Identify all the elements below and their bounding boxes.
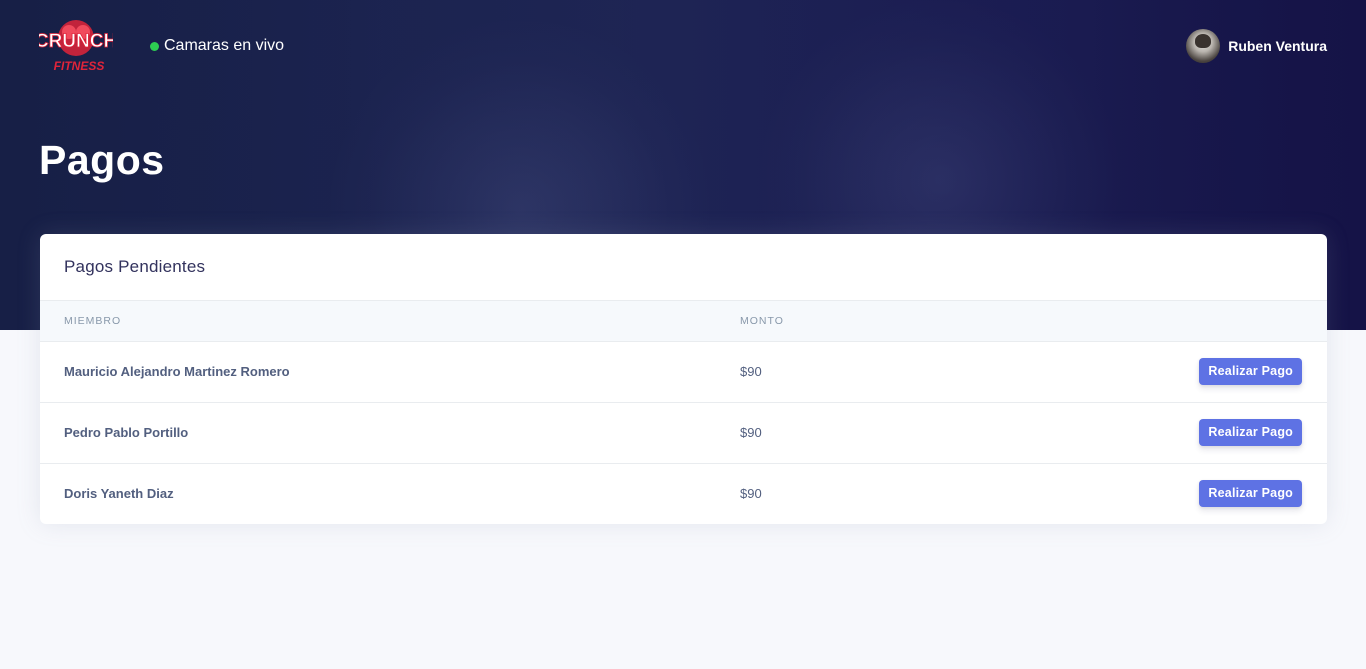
action-cell: Realizar Pago <box>1140 341 1327 403</box>
amount: $90 <box>740 341 1140 403</box>
live-status-dot-icon <box>150 41 159 51</box>
amount: $90 <box>740 402 1140 464</box>
make-payment-button[interactable]: Realizar Pago <box>1199 419 1302 446</box>
live-cameras-label: Camaras en vivo <box>164 37 285 54</box>
page-title: Pagos <box>39 137 165 183</box>
pending-payments-card: Pagos Pendientes MIEMBRO MONTO Mauricio … <box>40 234 1327 524</box>
action-cell: Realizar Pago <box>1140 402 1327 464</box>
crunch-fitness-logo[interactable]: CRUNCH FITNESS <box>34 14 118 78</box>
table-row: Doris Yaneth Diaz $90 Realizar Pago <box>40 463 1327 524</box>
logo-text-top: CRUNCH <box>39 31 113 52</box>
user-name: Ruben Ventura <box>1228 38 1327 54</box>
logo-graphic: CRUNCH FITNESS <box>34 20 118 73</box>
make-payment-button[interactable]: Realizar Pago <box>1199 480 1302 508</box>
amount: $90 <box>740 486 762 502</box>
card-title: Pagos Pendientes <box>64 257 206 276</box>
make-payment-button[interactable]: Realizar Pago <box>1199 358 1302 385</box>
member-name: Pedro Pablo Portillo <box>40 402 740 464</box>
table-header-row: MIEMBRO MONTO <box>40 301 1327 342</box>
column-header-action <box>1140 301 1327 342</box>
column-header-amount: MONTO <box>740 301 1140 342</box>
table-row: Mauricio Alejandro Martinez Romero $90 R… <box>40 341 1327 403</box>
table-row: Pedro Pablo Portillo $90 Realizar Pago <box>40 402 1327 464</box>
member-name: Doris Yaneth Diaz <box>64 486 174 502</box>
column-header-member: MIEMBRO <box>40 301 740 342</box>
member-name: Mauricio Alejandro Martinez Romero <box>40 341 740 403</box>
logo-text-bottom: FITNESS <box>54 59 105 73</box>
action-cell: Realizar Pago <box>1140 463 1327 524</box>
card-header: Pagos Pendientes <box>40 234 1327 301</box>
avatar <box>1186 29 1221 63</box>
payments-table: MIEMBRO MONTO Mauricio Alejandro Martine… <box>40 301 1327 524</box>
user-menu[interactable]: Ruben Ventura <box>1186 28 1327 64</box>
live-cameras-link[interactable]: Camaras en vivo <box>150 36 284 56</box>
